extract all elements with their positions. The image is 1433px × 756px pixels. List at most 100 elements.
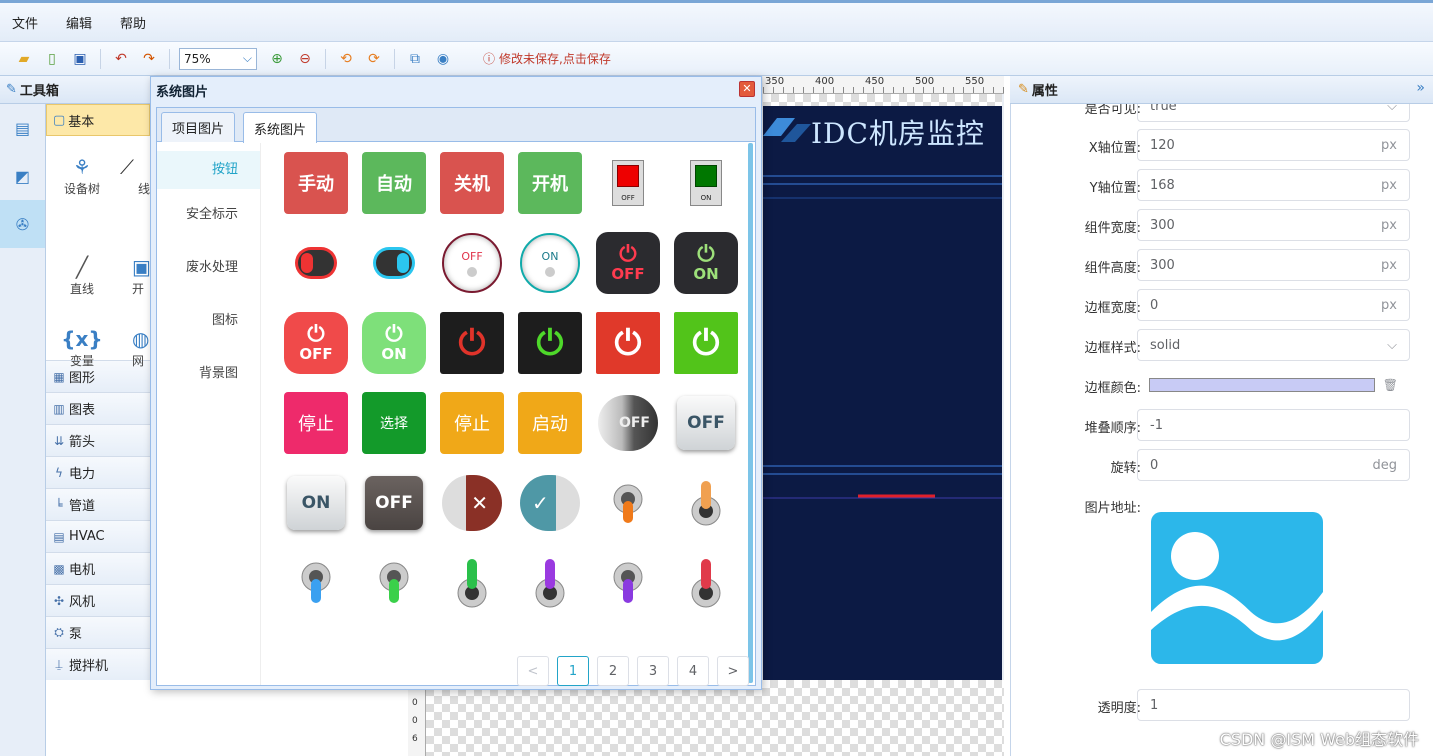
tab-system-images[interactable]: 系统图片: [243, 112, 318, 143]
category-fan[interactable]: ✣ 风机: [46, 584, 150, 616]
prop-x-input[interactable]: 120 px: [1137, 129, 1410, 161]
image-green-on-power[interactable]: ⏻ ON: [361, 310, 427, 376]
image-orange-lever-down[interactable]: [595, 470, 661, 536]
prop-opacity-input[interactable]: 1: [1137, 689, 1410, 721]
save-icon[interactable]: ▣: [69, 48, 91, 70]
image-button-power-on[interactable]: 开机: [517, 150, 583, 216]
category-charts[interactable]: ▥ 图表: [46, 392, 150, 424]
category-hvac[interactable]: ▤ HVAC: [46, 520, 150, 552]
undo-icon[interactable]: ↶: [110, 48, 132, 70]
image-red-lever-up[interactable]: [673, 550, 739, 616]
image-orange-lever-up[interactable]: [673, 470, 739, 536]
tool-device-tree[interactable]: ⚘ 设备树: [52, 154, 112, 197]
image-silver-on-button[interactable]: ON: [283, 470, 349, 536]
image-button-stop-pink[interactable]: 停止: [283, 390, 349, 456]
prop-border-color-picker[interactable]: 🗑: [1137, 369, 1410, 401]
image-silver-off-button[interactable]: OFF: [673, 390, 739, 456]
prop-height-input[interactable]: 300 px: [1137, 249, 1410, 281]
close-icon[interactable]: ✕: [739, 81, 755, 97]
dialog-scrollbar[interactable]: [748, 143, 753, 683]
prev-page-button[interactable]: <: [517, 656, 549, 686]
rotate-right-icon[interactable]: ⟳: [363, 48, 385, 70]
image-dark-off-power[interactable]: ⏻ OFF: [595, 230, 661, 296]
image-button-auto[interactable]: 自动: [361, 150, 427, 216]
prop-z-index-input[interactable]: -1: [1137, 409, 1410, 441]
next-page-button[interactable]: >: [717, 656, 749, 686]
chart-tab-icon[interactable]: ◩: [0, 152, 45, 200]
new-file-icon[interactable]: ▯: [41, 48, 63, 70]
image-category-buttons[interactable]: 按钮: [157, 151, 260, 189]
prop-y-input[interactable]: 168 px: [1137, 169, 1410, 201]
prop-width-input[interactable]: 300 px: [1137, 209, 1410, 241]
prop-visible-select[interactable]: true ⌵: [1137, 104, 1410, 122]
image-green-square-power[interactable]: ⏻: [673, 310, 739, 376]
color-swatch[interactable]: [1149, 378, 1375, 392]
image-category-backgrounds[interactable]: 背景图: [157, 355, 260, 408]
menu-file[interactable]: 文件: [12, 13, 38, 32]
redo-icon[interactable]: ↷: [138, 48, 160, 70]
image-green-on-switch[interactable]: ON: [673, 150, 739, 216]
document-tab-icon[interactable]: ▤: [0, 104, 45, 152]
trash-icon[interactable]: 🗑: [1383, 378, 1398, 392]
category-arrows[interactable]: ⇊ 箭头: [46, 424, 150, 456]
image-category-icons[interactable]: 图标: [157, 302, 260, 355]
category-pipes[interactable]: ╘ 管道: [46, 488, 150, 520]
unsaved-notice[interactable]: ⓘ 修改未保存,点击保存: [483, 50, 611, 67]
image-red-pill-toggle[interactable]: [283, 230, 349, 296]
image-black-green-power[interactable]: ⏻: [517, 310, 583, 376]
collapse-right-icon[interactable]: »: [1416, 80, 1425, 96]
tool-web[interactable]: ◍ 网: [132, 326, 150, 369]
image-dark-off-button[interactable]: OFF: [361, 470, 427, 536]
image-purple-lever-up[interactable]: [517, 550, 583, 616]
image-green-lever-down[interactable]: [361, 550, 427, 616]
image-red-off-switch[interactable]: OFF: [595, 150, 661, 216]
image-placeholder-icon[interactable]: [1151, 512, 1323, 664]
page-4-button[interactable]: 4: [677, 656, 709, 686]
image-green-lever-up[interactable]: [439, 550, 505, 616]
image-teal-check-toggle[interactable]: ✓: [517, 470, 583, 536]
category-basic[interactable]: ▢ 基本: [46, 104, 150, 136]
image-blue-pill-toggle[interactable]: [361, 230, 427, 296]
zoom-select[interactable]: 75% ⌵: [179, 47, 257, 70]
image-blue-lever-down[interactable]: [283, 550, 349, 616]
category-motor[interactable]: ▩ 电机: [46, 552, 150, 584]
preview-eye-icon[interactable]: ◉: [432, 48, 454, 70]
image-button-select[interactable]: 选择: [361, 390, 427, 456]
image-button-shutdown[interactable]: 关机: [439, 150, 505, 216]
image-button-start[interactable]: 启动: [517, 390, 583, 456]
image-button-stop-orange[interactable]: 停止: [439, 390, 505, 456]
open-folder-icon[interactable]: ▰: [13, 48, 35, 70]
image-round-on-button[interactable]: ON: [517, 230, 583, 296]
image-category-safety[interactable]: 安全标示: [157, 196, 260, 249]
image-dark-on-power[interactable]: ⏻ ON: [673, 230, 739, 296]
category-power[interactable]: ϟ 电力: [46, 456, 150, 488]
tool-line[interactable]: ⟋ 线: [120, 154, 150, 197]
page-2-button[interactable]: 2: [597, 656, 629, 686]
image-category-wastewater[interactable]: 废水处理: [157, 249, 260, 302]
image-black-red-power[interactable]: ⏻: [439, 310, 505, 376]
tool-switch[interactable]: ▣ 开: [132, 254, 150, 297]
wrench-tab-icon[interactable]: ✇: [0, 200, 45, 248]
image-red-square-power[interactable]: ⏻: [595, 310, 661, 376]
idc-dashboard-canvas[interactable]: IDC机房监控: [763, 106, 1002, 680]
tool-variable[interactable]: {x} 变量: [52, 326, 112, 369]
image-purple-lever-down[interactable]: [595, 550, 661, 616]
page-1-button[interactable]: 1: [557, 656, 589, 686]
rotate-left-icon[interactable]: ⟲: [335, 48, 357, 70]
prop-border-width-input[interactable]: 0 px: [1137, 289, 1410, 321]
prop-border-style-select[interactable]: solid ⌵: [1137, 329, 1410, 361]
category-pump[interactable]: ⛭ 泵: [46, 616, 150, 648]
image-button-manual[interactable]: 手动: [283, 150, 349, 216]
tool-straight-line[interactable]: ╱ 直线: [52, 254, 112, 297]
tab-project-images[interactable]: 项目图片: [161, 112, 236, 142]
zoom-in-icon[interactable]: ⊕: [266, 48, 288, 70]
category-mixer[interactable]: ⍊ 搅拌机: [46, 648, 150, 680]
page-3-button[interactable]: 3: [637, 656, 669, 686]
code-icon[interactable]: ⧉: [404, 48, 426, 70]
image-red-x-toggle[interactable]: ✕: [439, 470, 505, 536]
image-cylinder-off-switch[interactable]: OFF: [595, 390, 661, 456]
image-round-off-button[interactable]: OFF: [439, 230, 505, 296]
menu-edit[interactable]: 编辑: [66, 13, 92, 32]
prop-rotate-input[interactable]: 0 deg: [1137, 449, 1410, 481]
image-red-off-power[interactable]: ⏻ OFF: [283, 310, 349, 376]
